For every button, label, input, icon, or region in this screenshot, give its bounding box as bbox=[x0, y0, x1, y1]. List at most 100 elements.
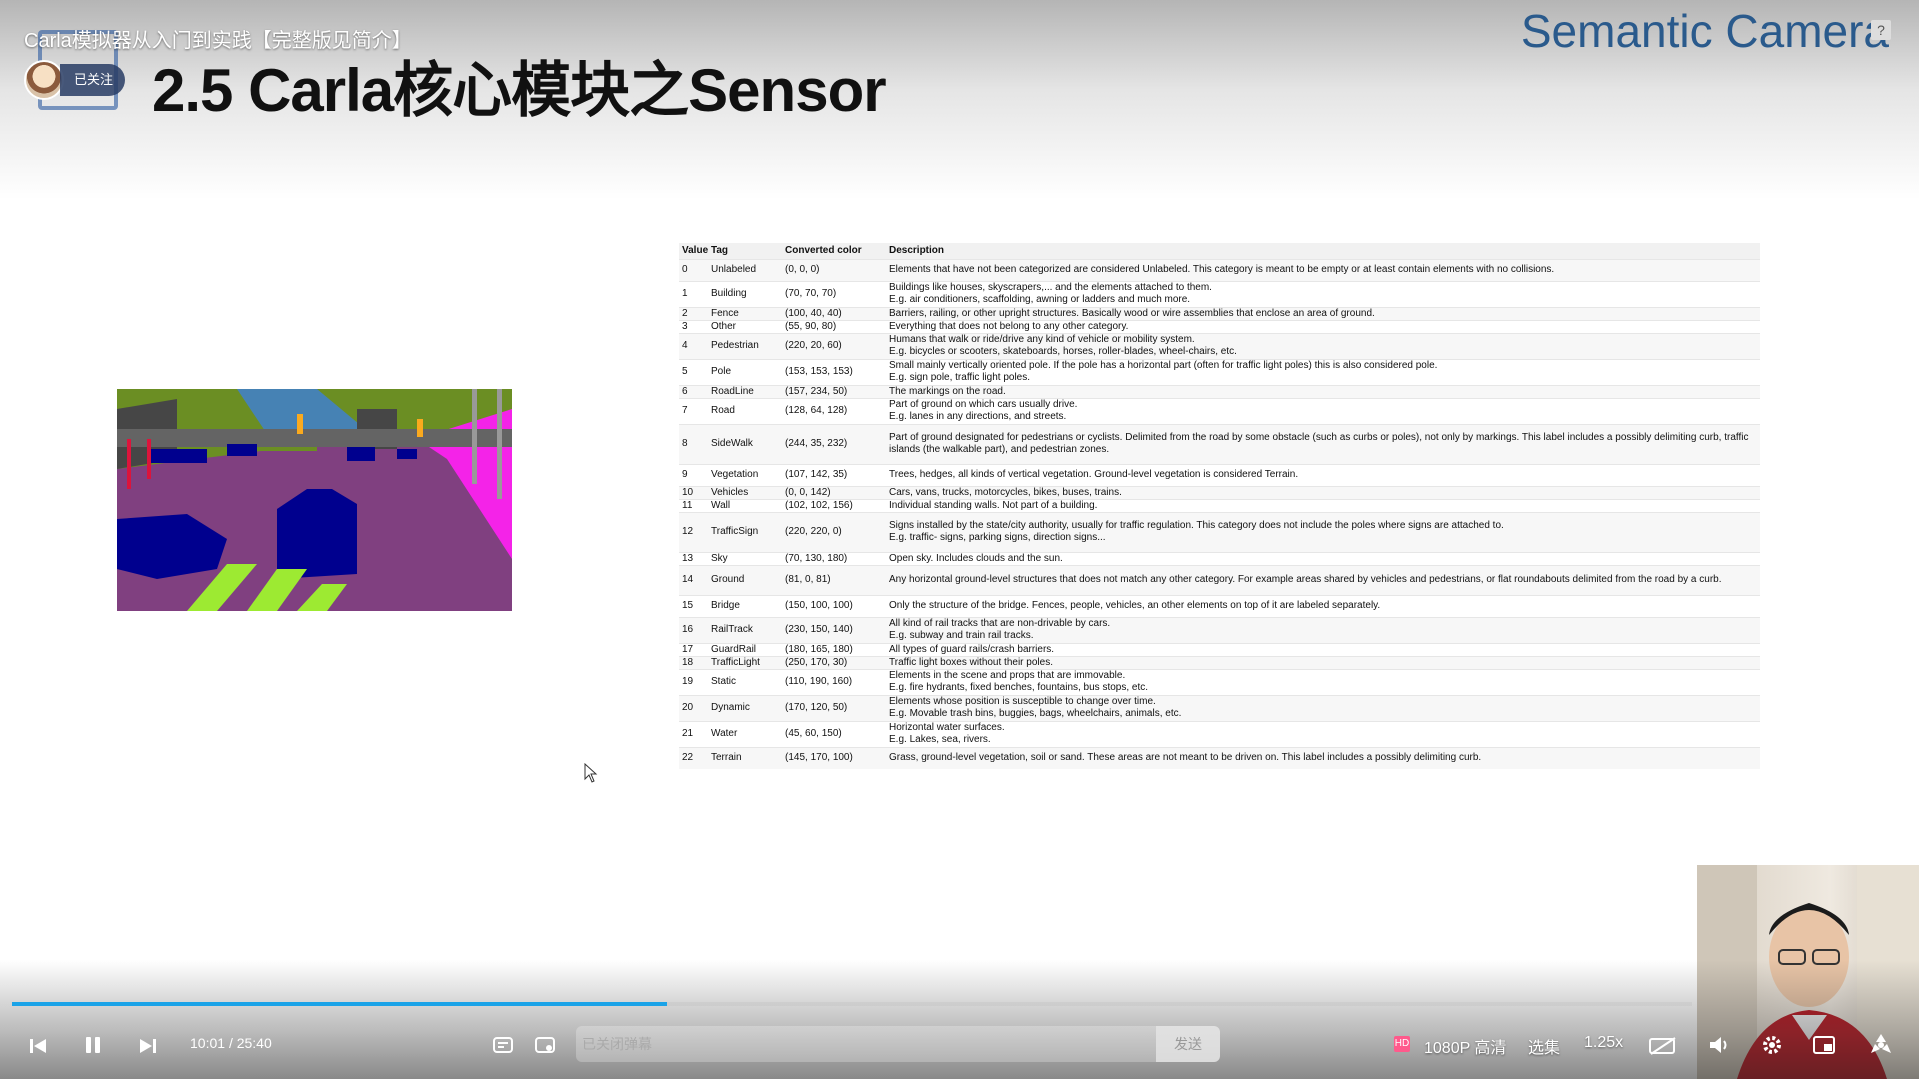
previous-icon[interactable] bbox=[28, 1036, 48, 1060]
table-row: 13 Sky (70, 130, 180) Open sky. Includes cl… bbox=[679, 551, 1760, 565]
table-cell-description: Traffic light boxes without their poles. bbox=[886, 655, 1760, 669]
table-cell-tag: RailTrack bbox=[708, 616, 782, 643]
header-tag: Tag bbox=[708, 243, 782, 259]
table-cell-description: Open sky. Includes clouds and the sun. bbox=[886, 551, 1760, 565]
hd-icon: HD bbox=[1394, 1036, 1410, 1052]
table-cell-color: (150, 100, 100) bbox=[782, 594, 886, 617]
table-cell-color: (170, 120, 50) bbox=[782, 694, 886, 721]
danmaku-input[interactable] bbox=[576, 1026, 1156, 1062]
table-cell-tag: GuardRail bbox=[708, 642, 782, 656]
table-cell-color: (220, 20, 60) bbox=[782, 332, 886, 359]
table-cell-tag: TrafficLight bbox=[708, 655, 782, 669]
table-cell-tag: Dynamic bbox=[708, 694, 782, 721]
semantic-camera-image bbox=[117, 389, 512, 611]
table-cell-color: (180, 165, 180) bbox=[782, 642, 886, 656]
send-button[interactable]: 发送 bbox=[1156, 1026, 1220, 1062]
table-cell-value: 0 bbox=[679, 258, 708, 281]
table-cell-color: (250, 170, 30) bbox=[782, 655, 886, 669]
next-icon[interactable] bbox=[138, 1036, 158, 1060]
table-cell-color: (81, 0, 81) bbox=[782, 564, 886, 595]
pause-icon[interactable] bbox=[82, 1034, 104, 1060]
table-cell-description: Elements whose position is susceptible t… bbox=[886, 694, 1760, 721]
table-cell-color: (220, 220, 0) bbox=[782, 511, 886, 552]
danmaku-settings-icon[interactable] bbox=[534, 1034, 556, 1060]
table-cell-tag: RoadLine bbox=[708, 384, 782, 398]
table-cell-color: (70, 130, 180) bbox=[782, 551, 886, 565]
help-icon[interactable]: ? bbox=[1871, 20, 1891, 40]
table-cell-description: Elements that have not been categorized … bbox=[886, 258, 1760, 281]
table-cell-description: Part of ground on which cars usually dri… bbox=[886, 397, 1760, 424]
table-cell-description: The markings on the road. bbox=[886, 384, 1760, 398]
table-cell-tag: Unlabeled bbox=[708, 258, 782, 281]
progress-bar[interactable] bbox=[12, 1002, 1692, 1006]
table-cell-color: (244, 35, 232) bbox=[782, 423, 886, 464]
table-row: 4 Pedestrian (220, 20, 60) Humans that walk… bbox=[679, 332, 1760, 359]
table-cell-description: Only the structure of the bridge. Fences… bbox=[886, 594, 1760, 617]
table-cell-description: Individual standing walls. Not part of a… bbox=[886, 498, 1760, 512]
danmaku-toggle-icon[interactable] bbox=[492, 1034, 514, 1060]
playback-speed[interactable]: 1.25x bbox=[1584, 1034, 1623, 1052]
table-cell-color: (128, 64, 128) bbox=[782, 397, 886, 424]
table-cell-value: 15 bbox=[679, 594, 708, 617]
table-cell-description: Part of ground designated for pedestrian… bbox=[886, 423, 1760, 464]
table-row: 3 Other (55, 90, 80) Everything that does n… bbox=[679, 319, 1760, 333]
table-cell-value: 18 bbox=[679, 655, 708, 669]
header-description: Description bbox=[886, 243, 1760, 259]
table-cell-value: 11 bbox=[679, 498, 708, 512]
table-row: 17 GuardRail (180, 165, 180) All types of g… bbox=[679, 642, 1760, 656]
fullscreen-icon[interactable] bbox=[1868, 1032, 1894, 1062]
table-row: 22 Terrain (145, 170, 100) Grass, ground-le… bbox=[679, 746, 1760, 769]
table-header-row: Value Tag Converted color Description bbox=[679, 243, 1760, 259]
table-cell-value: 1 bbox=[679, 280, 708, 307]
picture-in-picture-icon[interactable] bbox=[1812, 1034, 1836, 1060]
table-cell-color: (157, 234, 50) bbox=[782, 384, 886, 398]
table-cell-value: 9 bbox=[679, 463, 708, 486]
quality-selector[interactable]: 1080P 高清 bbox=[1424, 1034, 1506, 1058]
settings-gear-icon[interactable] bbox=[1760, 1033, 1784, 1061]
table-cell-tag: Wall bbox=[708, 498, 782, 512]
table-cell-tag: SideWalk bbox=[708, 423, 782, 464]
time-current: 10:01 bbox=[190, 1035, 226, 1051]
table-cell-value: 3 bbox=[679, 319, 708, 333]
table-cell-tag: Fence bbox=[708, 306, 782, 320]
table-cell-color: (0, 0, 142) bbox=[782, 485, 886, 499]
table-row: 2 Fence (100, 40, 40) Barriers, railing, or… bbox=[679, 306, 1760, 320]
table-row: 5 Pole (153, 153, 153) Small mainly vertica… bbox=[679, 358, 1760, 385]
table-cell-color: (153, 153, 153) bbox=[782, 358, 886, 385]
table-cell-color: (100, 40, 40) bbox=[782, 306, 886, 320]
table-cell-description: Barriers, railing, or other upright stru… bbox=[886, 306, 1760, 320]
mouse-cursor-icon bbox=[584, 763, 598, 783]
table-cell-description: Horizontal water surfaces. E.g. Lakes, s… bbox=[886, 720, 1760, 747]
header-converted-color: Converted color bbox=[782, 243, 886, 259]
table-cell-tag: Other bbox=[708, 319, 782, 333]
table-cell-description: All types of guard rails/crash barriers. bbox=[886, 642, 1760, 656]
follow-button[interactable]: 已关注 bbox=[60, 64, 126, 96]
slide-title: 2.5 Carla核心模块之Sensor bbox=[152, 57, 887, 124]
time-total: 25:40 bbox=[236, 1035, 272, 1051]
subtitle-off-icon[interactable] bbox=[1648, 1036, 1678, 1060]
table-row: 11 Wall (102, 102, 156) Individual standing… bbox=[679, 498, 1760, 512]
uploader-avatar[interactable] bbox=[24, 60, 64, 100]
table-cell-description: Small mainly vertically oriented pole. I… bbox=[886, 358, 1760, 385]
table-cell-description: Elements in the scene and props that are… bbox=[886, 668, 1760, 695]
table-cell-value: 2 bbox=[679, 306, 708, 320]
table-cell-color: (230, 150, 140) bbox=[782, 616, 886, 643]
segmentation-picture bbox=[117, 389, 512, 611]
table-cell-value: 4 bbox=[679, 332, 708, 359]
volume-icon[interactable] bbox=[1708, 1034, 1732, 1060]
table-cell-color: (102, 102, 156) bbox=[782, 498, 886, 512]
table-row: 8 SideWalk (244, 35, 232) Part of ground de… bbox=[679, 423, 1760, 464]
episodes-button[interactable]: 选集 bbox=[1528, 1034, 1560, 1058]
table-cell-color: (70, 70, 70) bbox=[782, 280, 886, 307]
time-display: 10:01 / 25:40 bbox=[190, 1035, 272, 1051]
table-cell-description: All kind of rail tracks that are non-dri… bbox=[886, 616, 1760, 643]
table-cell-value: 14 bbox=[679, 564, 708, 595]
table-cell-color: (110, 190, 160) bbox=[782, 668, 886, 695]
table-cell-color: (0, 0, 0) bbox=[782, 258, 886, 281]
table-row: 9 Vegetation (107, 142, 35) Trees, hedges, … bbox=[679, 463, 1760, 486]
table-row: 14 Ground (81, 0, 81) Any horizontal ground… bbox=[679, 564, 1760, 595]
table-cell-description: Everything that does not belong to any o… bbox=[886, 319, 1760, 333]
table-row: 21 Water (45, 60, 150) Horizontal water sur… bbox=[679, 720, 1760, 747]
table-cell-tag: Vehicles bbox=[708, 485, 782, 499]
table-cell-value: 19 bbox=[679, 668, 708, 695]
